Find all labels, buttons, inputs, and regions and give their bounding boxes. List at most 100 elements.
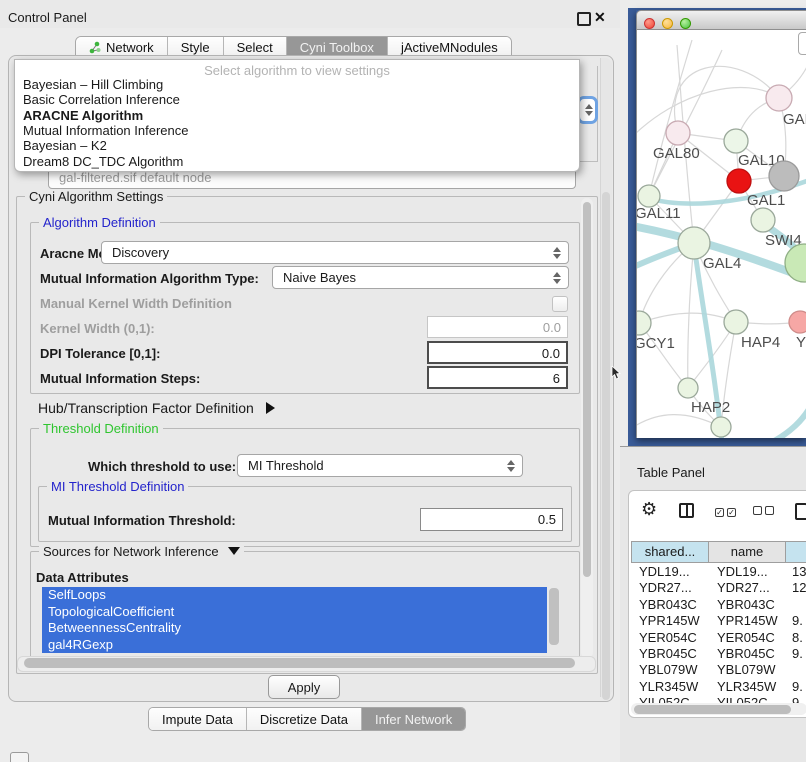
tab-network[interactable]: Network: [76, 37, 167, 57]
float-window-icon[interactable]: [577, 12, 591, 26]
bottom-tab-impute-data[interactable]: Impute Data: [149, 708, 246, 730]
network-node[interactable]: [785, 244, 806, 282]
bottom-tab-discretize-data[interactable]: Discretize Data: [246, 708, 361, 730]
network-node-gal1[interactable]: [727, 169, 751, 193]
network-node-hap2[interactable]: [678, 378, 698, 398]
network-node-hap4[interactable]: [724, 310, 748, 334]
network-node[interactable]: [769, 161, 799, 191]
attributes-list-scrollbar-thumb[interactable]: [549, 588, 559, 645]
algorithm-popup-item[interactable]: Dream8 DC_TDC Algorithm: [23, 154, 183, 169]
table-cell: YPR145W: [717, 613, 778, 628]
data-attribute-item[interactable]: SelfLoops: [42, 587, 547, 604]
mi-type-combo[interactable]: Naive Bayes: [272, 266, 569, 289]
collapsed-arrow-icon: [266, 402, 275, 414]
which-threshold-value: MI Threshold: [248, 458, 324, 473]
network-edge[interactable]: [637, 415, 721, 430]
table-row[interactable]: YBR043CYBR043C: [629, 596, 806, 612]
network-canvas[interactable]: GALGAL80GAL10GAL1GAL11SWI4GAL4GCY1HAP4YH…: [636, 30, 806, 438]
table-row[interactable]: YBR045CYBR045C9.: [629, 645, 806, 661]
table-cell: 9: [792, 695, 799, 703]
aracne-mode-value: Discovery: [112, 245, 169, 260]
table-cell: YBR045C: [639, 646, 697, 661]
network-node-label: GAL1: [747, 192, 785, 209]
table-row[interactable]: YER054CYER054C8.: [629, 629, 806, 645]
network-node-gal80[interactable]: [666, 121, 690, 145]
gear-icon[interactable]: ⚙: [641, 499, 657, 520]
zoom-traffic-light[interactable]: [680, 18, 691, 29]
table-cell: YBL079W: [639, 662, 698, 677]
network-window-titlebar[interactable]: [636, 10, 806, 30]
settings-vscrollbar-thumb[interactable]: [583, 202, 591, 577]
which-threshold-combo[interactable]: MI Threshold: [237, 454, 523, 477]
table-hscrollbar-thumb[interactable]: [634, 705, 791, 714]
table-card: ⚙ ✓✓ shared...nameA YDL19...YDL19...13YD…: [628, 490, 806, 718]
table-row[interactable]: YDR27...YDR27...12: [629, 579, 806, 595]
algorithm-popup-item[interactable]: Bayesian – K2: [23, 138, 107, 153]
network-node-gal[interactable]: [766, 85, 792, 111]
algorithm-popup-item[interactable]: Mutual Information Inference: [23, 123, 188, 138]
data-attribute-item[interactable]: TopologicalCoefficient: [42, 604, 547, 621]
table-row[interactable]: YLR345WYLR345W9.: [629, 678, 806, 694]
algorithm-popup-item[interactable]: Bayesian – Hill Climbing: [23, 77, 163, 92]
dpi-tolerance-field[interactable]: 0.0: [427, 341, 568, 364]
table-row[interactable]: YDL19...YDL19...13: [629, 563, 806, 579]
network-edge[interactable]: [675, 66, 779, 133]
new-table-icon[interactable]: [795, 503, 806, 520]
network-edge[interactable]: [639, 313, 736, 323]
network-node-gal11[interactable]: [638, 185, 660, 207]
network-edge[interactable]: [688, 243, 694, 388]
mi-steps-field[interactable]: 6: [427, 366, 568, 389]
table-row[interactable]: YPR145WYPR145W9.: [629, 612, 806, 628]
cyni-algorithm-settings-title: Cyni Algorithm Settings: [25, 189, 167, 204]
algorithm-popup-item[interactable]: Basic Correlation Inference: [23, 92, 180, 107]
network-edge-highlighted[interactable]: [765, 398, 806, 438]
table-cell: YER054C: [717, 630, 775, 645]
tab-jactivemnodules[interactable]: jActiveMNodules: [387, 37, 511, 57]
table-column-header[interactable]: shared...: [631, 541, 709, 563]
table-cell: YER054C: [639, 630, 697, 645]
tab-style[interactable]: Style: [167, 37, 223, 57]
close-icon[interactable]: ✕: [594, 9, 606, 26]
deselect-all-columns-icon[interactable]: [753, 503, 777, 518]
select-all-columns-icon[interactable]: ✓✓: [715, 503, 739, 518]
network-node-swi4[interactable]: [751, 208, 775, 232]
bottom-tabbar: Impute Data Discretize Data Infer Network: [148, 707, 466, 731]
network-edge[interactable]: [649, 40, 692, 196]
minimize-traffic-light[interactable]: [662, 18, 673, 29]
network-edge[interactable]: [637, 87, 779, 140]
algorithm-popup-item[interactable]: ARACNE Algorithm: [23, 108, 143, 123]
table-row[interactable]: YBL079WYBL079W: [629, 661, 806, 677]
split-columns-icon[interactable]: [679, 503, 694, 518]
data-attribute-item[interactable]: gal4RGexp: [42, 637, 547, 654]
kernel-width-field[interactable]: 0.0: [427, 316, 568, 338]
bottom-tab-label: Discretize Data: [260, 712, 348, 727]
network-node-gal10[interactable]: [724, 129, 748, 153]
data-attribute-item[interactable]: BetweennessCentrality: [42, 620, 547, 637]
table-column-header[interactable]: A: [786, 541, 806, 563]
table-row[interactable]: YIL052CYIL052C9: [629, 694, 806, 703]
close-traffic-light[interactable]: [644, 18, 655, 29]
network-node-label: GAL11: [637, 205, 681, 222]
network-node-label: HAP4: [741, 334, 780, 351]
network-node[interactable]: [711, 417, 731, 437]
algorithm-combo-focused-stepper[interactable]: [577, 96, 598, 124]
sources-group-title[interactable]: Sources for Network Inference: [39, 544, 244, 559]
mi-threshold-field[interactable]: 0.5: [420, 508, 563, 531]
hub-definition-toggle[interactable]: Hub/Transcription Factor Definition: [38, 400, 275, 416]
data-attributes-list[interactable]: SelfLoopsTopologicalCoefficientBetweenne…: [42, 587, 547, 653]
table-column-header[interactable]: name: [709, 541, 786, 563]
overlay-panel-corner: [798, 32, 806, 55]
bottom-tab-infer-network[interactable]: Infer Network: [361, 708, 465, 730]
mi-type-label: Mutual Information Algorithm Type:: [40, 271, 259, 286]
network-node-gcy1[interactable]: [637, 311, 651, 335]
apply-button[interactable]: Apply: [268, 675, 340, 699]
network-node-y[interactable]: [789, 311, 806, 333]
manual-kernel-checkbox[interactable]: [552, 296, 568, 312]
table-body: YDL19...YDL19...13YDR27...YDR27...12YBR0…: [629, 563, 806, 703]
panel-scrollbar-thumb[interactable]: [602, 192, 610, 700]
tab-select[interactable]: Select: [223, 37, 286, 57]
tab-cyni-toolbox[interactable]: Cyni Toolbox: [286, 37, 387, 57]
settings-hscrollbar-thumb[interactable]: [24, 658, 575, 668]
minimized-panel-chip[interactable]: [10, 752, 29, 762]
aracne-mode-combo[interactable]: Discovery: [101, 241, 569, 264]
